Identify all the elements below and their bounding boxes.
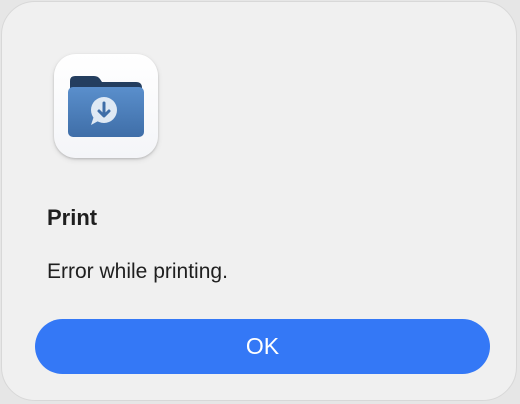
dialog-message: Error while printing. bbox=[47, 260, 228, 283]
ok-button-label: OK bbox=[245, 333, 280, 359]
app-icon bbox=[54, 54, 158, 158]
ok-button[interactable]: OK bbox=[35, 319, 490, 374]
dialog-title: Print bbox=[47, 205, 98, 230]
alert-dialog: Print Error while printing. OK bbox=[1, 1, 517, 401]
folder-download-icon bbox=[68, 76, 144, 137]
